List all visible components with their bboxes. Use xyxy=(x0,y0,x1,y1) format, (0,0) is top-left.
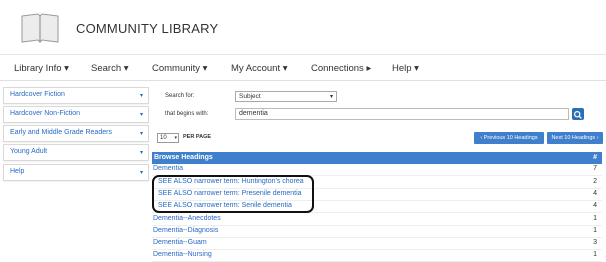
caret-down-icon: ▾ xyxy=(139,150,143,156)
per-page-label: PER PAGE xyxy=(183,134,212,140)
sidebar-item-label: Hardcover Non-Fiction xyxy=(10,110,81,117)
app-header: COMMUNITY LIBRARY xyxy=(0,0,606,55)
heading-count: 3 xyxy=(593,239,597,246)
heading-link[interactable]: Dementia--Diagnosis xyxy=(153,227,218,234)
table-row: Dementia--Guam 3 xyxy=(152,238,602,250)
heading-link[interactable]: Dementia--Guam xyxy=(153,239,207,246)
heading-count: 1 xyxy=(593,251,597,258)
heading-count: 4 xyxy=(593,190,597,197)
nav-search[interactable]: Search ▾ xyxy=(91,63,129,74)
heading-count: 1 xyxy=(593,215,597,222)
previous-headings-button[interactable]: ‹ Previous 10 Headings xyxy=(474,132,544,144)
nav-library-info[interactable]: Library Info ▾ xyxy=(14,63,69,74)
results-toolbar: 10 ▾ PER PAGE ‹ Previous 10 Headings Nex… xyxy=(152,131,603,145)
heading-count: 1 xyxy=(593,227,597,234)
sidebar-item-label: Early and Middle Grade Readers xyxy=(10,129,112,136)
nav-community[interactable]: Community ▾ xyxy=(152,63,207,74)
search-button[interactable] xyxy=(572,108,584,120)
caret-down-icon: ▾ xyxy=(139,131,143,137)
next-headings-button[interactable]: Next 10 Headings › xyxy=(547,132,603,144)
sidebar-item-help[interactable]: Help ▾ xyxy=(3,164,149,181)
count-header: # xyxy=(593,154,597,161)
browse-headings-header: Browse Headings xyxy=(154,154,213,161)
heading-link[interactable]: Dementia xyxy=(153,165,183,172)
nav-connections[interactable]: Connections ▸ xyxy=(311,63,371,74)
heading-link[interactable]: Dementia--Nursing xyxy=(153,251,212,258)
table-row: Dementia--Nursing 1 xyxy=(152,250,602,262)
caret-down-icon: ▾ xyxy=(139,112,143,118)
magnifier-icon xyxy=(573,110,582,119)
results-table-header: Browse Headings # xyxy=(152,152,602,164)
heading-count: 7 xyxy=(593,165,597,172)
search-input-value: dementia xyxy=(239,110,268,117)
nav-help[interactable]: Help ▾ xyxy=(392,63,419,74)
sidebar-item-young-adult[interactable]: Young Adult ▾ xyxy=(3,144,149,161)
search-type-value: Subject xyxy=(239,93,261,100)
chevron-down-icon: ▾ xyxy=(329,94,333,100)
open-book-icon xyxy=(21,13,59,44)
annotation-highlight-box xyxy=(152,175,314,213)
sidebar-item-hardcover-non-fiction[interactable]: Hardcover Non-Fiction ▾ xyxy=(3,106,149,123)
search-input[interactable]: dementia xyxy=(235,108,569,120)
sidebar-item-early-middle-grade[interactable]: Early and Middle Grade Readers ▾ xyxy=(3,125,149,142)
heading-link[interactable]: Dementia--Anecdotes xyxy=(153,215,221,222)
table-row: Dementia--Anecdotes 1 xyxy=(152,214,602,226)
nav-divider xyxy=(0,80,606,81)
heading-count: 4 xyxy=(593,202,597,209)
search-type-select[interactable]: Subject ▾ xyxy=(235,91,337,102)
per-page-value: 10 xyxy=(160,135,167,141)
main-nav: Library Info ▾ Search ▾ Community ▾ My A… xyxy=(0,58,606,80)
search-for-label: Search for: xyxy=(165,93,195,99)
sidebar-item-label: Young Adult xyxy=(10,148,48,155)
nav-my-account[interactable]: My Account ▾ xyxy=(231,63,288,74)
sidebar-item-hardcover-fiction[interactable]: Hardcover Fiction ▾ xyxy=(3,87,149,104)
chevron-down-icon: ▾ xyxy=(174,135,177,141)
table-row: Dementia--Diagnosis 1 xyxy=(152,226,602,238)
caret-down-icon: ▾ xyxy=(139,93,143,99)
caret-down-icon: ▾ xyxy=(139,170,143,176)
heading-count: 2 xyxy=(593,178,597,185)
begins-with-label: that begins with: xyxy=(165,111,209,117)
per-page-select[interactable]: 10 ▾ xyxy=(157,133,179,143)
sidebar-item-label: Hardcover Fiction xyxy=(10,91,65,98)
sidebar-item-label: Help xyxy=(10,168,25,175)
app-title: COMMUNITY LIBRARY xyxy=(76,21,219,36)
